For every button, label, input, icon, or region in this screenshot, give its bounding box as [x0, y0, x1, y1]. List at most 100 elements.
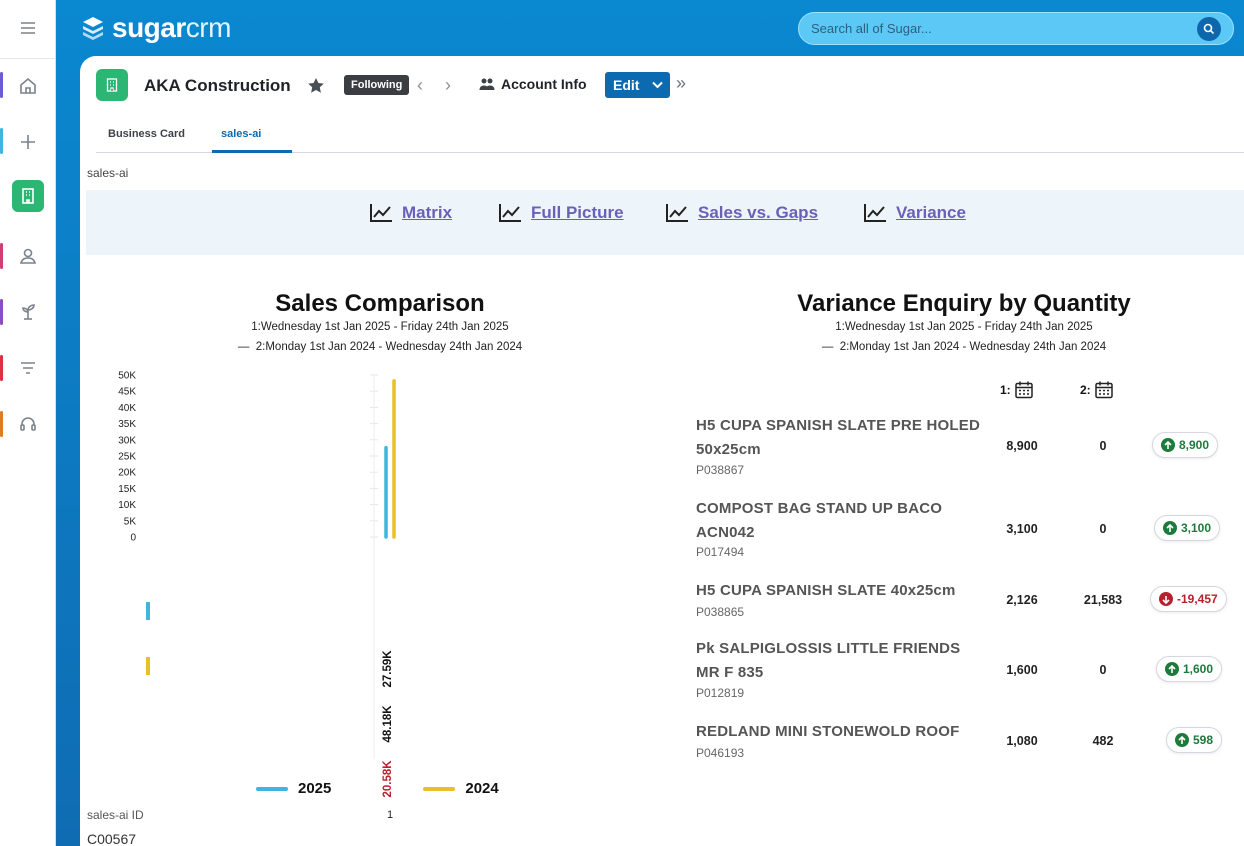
variance-title: Variance Enquiry by Quantity: [797, 290, 1131, 317]
arrow-up-icon: [1165, 662, 1179, 676]
column-header-1: 1:: [1000, 380, 1034, 400]
variance-badge: 1,600: [1156, 656, 1223, 682]
rail-accent-plus: [0, 128, 3, 154]
product-code: P012819: [696, 686, 745, 700]
period-2-quantity: 0: [1099, 522, 1107, 536]
period-2-quantity: 21,583: [1083, 593, 1123, 607]
y-tick-label: 10K: [118, 500, 136, 511]
report-links-bar: Matrix Full Picture Sales vs. Gaps Varia…: [86, 190, 1244, 255]
tab-business-card[interactable]: Business Card: [108, 128, 185, 153]
double-chevron-right-icon[interactable]: »: [676, 73, 686, 94]
arrow-down-icon: [1159, 592, 1173, 606]
product-code: P017494: [696, 545, 745, 559]
sugarcrm-logo[interactable]: sugarcrm: [80, 12, 231, 44]
search-icon: [1203, 23, 1215, 34]
edit-label: Edit: [613, 77, 640, 93]
variance-badge: 3,100: [1154, 515, 1221, 541]
chevron-down-icon[interactable]: [652, 81, 664, 89]
period-1-quantity: 1,080: [1006, 734, 1038, 748]
y-tick-label: 30K: [118, 435, 136, 446]
sales-comparison-chart: 0 5K 10K 15K 20K 25K 30K 35K 40K 45K 50K 27.59K 48.1…: [118, 371, 396, 821]
period-2-quantity: 482: [1092, 734, 1114, 748]
link-matrix[interactable]: Matrix: [368, 202, 452, 224]
link-sales-vs-gaps[interactable]: Sales vs. Gaps: [664, 202, 818, 224]
product-name: H5 CUPA SPANISH SLATE 40x25cm: [696, 582, 956, 599]
period-1-quantity: 2,126: [1006, 593, 1038, 607]
variance-value: 1,600: [1183, 662, 1214, 676]
cube-logo-icon: [83, 17, 103, 40]
variance-value: 598: [1193, 733, 1214, 747]
home-icon[interactable]: [8, 66, 48, 106]
product-name: Pk SALPIGLOSSIS LITTLE FRIENDS MR F 835: [696, 640, 961, 681]
variance-value: 3,100: [1181, 521, 1212, 535]
arrow-up-icon: [1175, 733, 1189, 747]
plus-icon[interactable]: [8, 122, 48, 162]
y-tick-label: 40K: [118, 403, 136, 414]
record-tabs: Business Card sales-ai: [96, 120, 1244, 153]
data-label: 48.18K: [382, 705, 394, 743]
variance-badge: -19,457: [1150, 586, 1227, 612]
link-full-picture-label: Full Picture: [531, 203, 624, 222]
calendar-icon: [1014, 381, 1033, 399]
period-1-quantity: 1,600: [1006, 663, 1038, 677]
previous-record-chevron-icon[interactable]: ‹: [410, 75, 430, 95]
favorite-star-icon[interactable]: [306, 76, 326, 96]
rail-accent-headset: [0, 411, 3, 437]
following-button[interactable]: Following: [344, 75, 410, 95]
column-header-1-label: 1:: [1000, 383, 1011, 397]
variance-range-2-text: 2:Monday 1st Jan 2024 - Wednesday 24th J…: [839, 341, 1107, 353]
search-button[interactable]: [1197, 16, 1221, 41]
arrow-up-icon: [1163, 521, 1177, 535]
filter-icon[interactable]: [8, 348, 48, 388]
period-2-quantity: 0: [1099, 663, 1107, 677]
product-code: P038867: [696, 463, 745, 477]
range-2-text: 2:Monday 1st Jan 2024 - Wednesday 24th J…: [255, 341, 523, 353]
legend-label-2024: 2024: [465, 780, 499, 797]
plant-icon[interactable]: [8, 292, 48, 332]
sales-comparison-title: Sales Comparison: [275, 290, 485, 317]
rail-accent-plant: [0, 299, 3, 325]
tab-sales-ai[interactable]: sales-ai: [212, 128, 292, 153]
view-label: Account Info: [501, 76, 587, 92]
y-tick-label: 45K: [118, 387, 136, 398]
product-name: REDLAND MINI STONEWOLD ROOF: [696, 723, 960, 740]
legend-swatch-2025: [256, 786, 288, 791]
record-panel: AKA Construction Following ‹ › Account I…: [80, 56, 1244, 846]
y-tick-label: 20K: [118, 468, 136, 479]
logo-brand-text: sugar: [112, 12, 186, 43]
building-icon[interactable]: [12, 180, 44, 212]
y-tick-label: 25K: [118, 452, 136, 463]
account-module-icon: [96, 69, 128, 101]
y-tick-label: 0: [130, 533, 136, 544]
next-record-chevron-icon[interactable]: ›: [438, 75, 458, 95]
variance-range-1: 1:Wednesday 1st Jan 2025 - Friday 24th J…: [835, 321, 1093, 333]
dashlet-label: sales-ai: [87, 166, 129, 180]
product-name: COMPOST BAG STAND UP BACO ACN042: [696, 500, 943, 541]
headset-icon[interactable]: [8, 404, 48, 444]
y-tick-label: 35K: [118, 419, 136, 430]
chart-legend: 2025 2024: [256, 780, 499, 797]
variance-row: COMPOST BAG STAND UP BACO ACN042 P017494…: [696, 497, 1226, 567]
record-title: AKA Construction: [144, 76, 291, 95]
variance-row: Pk SALPIGLOSSIS LITTLE FRIENDS MR F 835 …: [696, 637, 1226, 707]
link-full-picture[interactable]: Full Picture: [497, 202, 624, 224]
variance-badge: 598: [1166, 727, 1223, 753]
line-chart-icon: [370, 204, 392, 222]
link-sales-vs-gaps-label: Sales vs. Gaps: [698, 203, 819, 222]
line-chart-icon: [864, 204, 886, 222]
variance-badge: 8,900: [1152, 432, 1219, 458]
menu-icon[interactable]: [8, 8, 48, 48]
period-2-quantity: 0: [1099, 439, 1107, 453]
edit-button[interactable]: Edit: [605, 72, 670, 98]
period-1-quantity: 8,900: [1006, 439, 1038, 453]
link-variance[interactable]: Variance: [862, 202, 966, 224]
view-selector[interactable]: Account Info: [479, 76, 587, 92]
y-tick-label: 50K: [118, 371, 136, 382]
global-search[interactable]: Search all of Sugar...: [798, 12, 1234, 45]
users-icon: [479, 78, 495, 90]
contact-icon[interactable]: [8, 236, 48, 276]
line-chart-icon: [499, 204, 521, 222]
search-input[interactable]: Search all of Sugar...: [811, 21, 1197, 36]
y-tick-label: 15K: [118, 484, 136, 495]
period-1-quantity: 3,100: [1006, 522, 1038, 536]
